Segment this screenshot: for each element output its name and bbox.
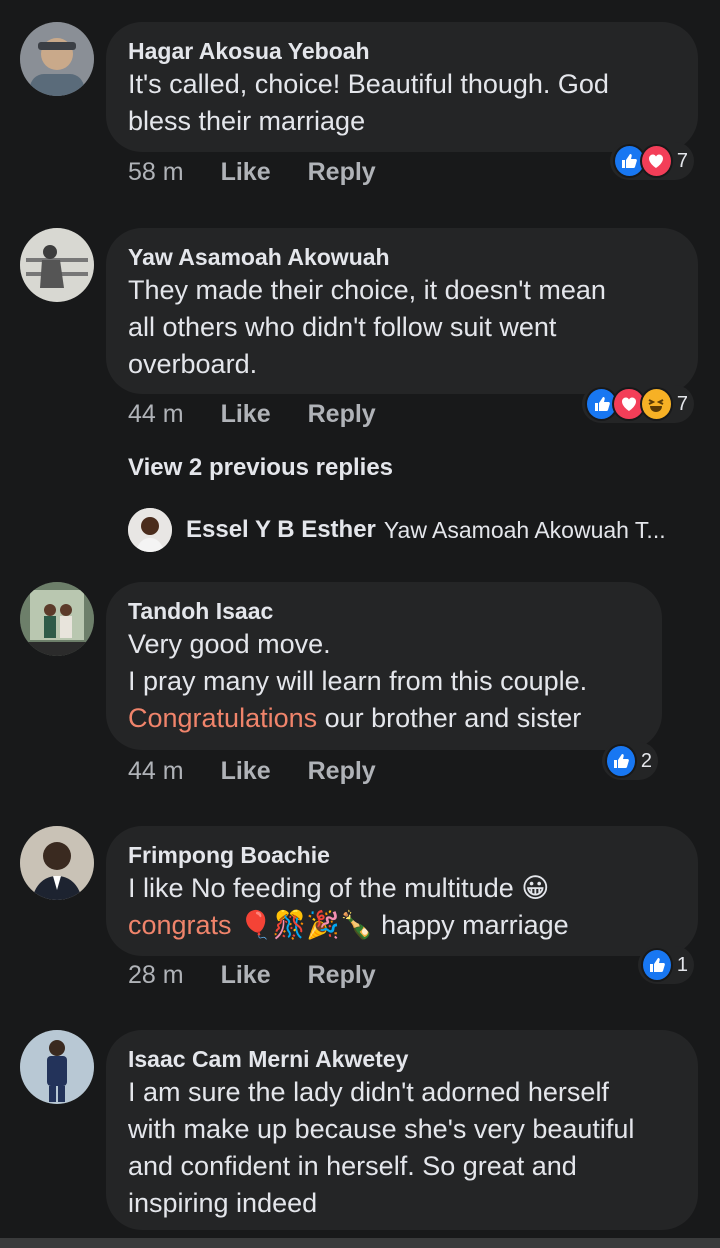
latest-reply-preview[interactable]: Essel Y B Esther Yaw Asamoah Akowuah T..… — [128, 508, 666, 552]
comment-actions: 44 m Like Reply — [128, 400, 413, 429]
like-button[interactable]: Like — [221, 158, 271, 187]
haha-icon — [639, 387, 673, 421]
reply-preview-text: Yaw Asamoah Akowuah T... — [383, 516, 666, 543]
comment-author[interactable]: Frimpong Boachie — [128, 840, 676, 870]
comment-text-line: They made their choice, it doesn't mean — [128, 275, 606, 305]
like-icon — [605, 744, 637, 778]
reaction-summary[interactable]: 2 — [602, 742, 658, 780]
comment-actions: 58 m Like Reply — [128, 158, 413, 187]
reaction-count: 7 — [676, 392, 689, 415]
reaction-summary[interactable]: 7 — [610, 142, 694, 180]
comment-text-line: congrats 🎈🎊🎉🍾 happy marriage — [128, 907, 676, 944]
comment-text-line: It's called, choice! Beautiful though. G… — [128, 69, 609, 99]
like-button[interactable]: Like — [221, 400, 271, 429]
comment-text-line: Congratulations our brother and sister — [128, 700, 640, 737]
comment-text-fragment: our brother and sister — [317, 703, 582, 733]
like-button[interactable]: Like — [221, 961, 271, 990]
comment-text-line: I pray many will learn from this couple. — [128, 666, 588, 696]
comment-author[interactable]: Yaw Asamoah Akowuah — [128, 242, 676, 272]
reply-button[interactable]: Reply — [308, 757, 376, 786]
reaction-count: 1 — [676, 953, 688, 976]
avatar[interactable] — [20, 228, 94, 302]
comment-text-line: Very good move. — [128, 629, 331, 659]
timestamp: 44 m — [128, 757, 184, 785]
avatar[interactable] — [20, 826, 94, 900]
comment-bubble: Frimpong Boachie I like No feeding of th… — [106, 826, 698, 956]
comment-text-line: overboard. — [128, 349, 258, 379]
comment-bubble: Yaw Asamoah Akowuah They made their choi… — [106, 228, 698, 394]
reply-button[interactable]: Reply — [308, 961, 376, 990]
comment-bubble: Hagar Akosua Yeboah It's called, choice!… — [106, 22, 698, 152]
highlighted-text[interactable]: Congratulations — [128, 703, 317, 733]
like-icon — [641, 948, 673, 982]
comment-actions: 28 m Like Reply — [128, 961, 413, 990]
emoji-group: 🎈🎊🎉🍾 — [239, 910, 374, 940]
comment-text-line: and confident in herself. So great and — [128, 1151, 577, 1181]
reaction-count: 2 — [640, 749, 652, 772]
love-icon — [639, 144, 673, 178]
avatar[interactable] — [128, 508, 172, 552]
timestamp: 58 m — [128, 158, 184, 186]
avatar[interactable] — [20, 22, 94, 96]
comment-text-fragment: happy marriage — [373, 910, 569, 940]
comment-text-line: I am sure the lady didn't adorned hersel… — [128, 1077, 609, 1107]
comment-bubble: Isaac Cam Merni Akwetey I am sure the la… — [106, 1030, 698, 1230]
avatar[interactable] — [20, 582, 94, 656]
reaction-count: 7 — [676, 149, 688, 172]
comment-author[interactable]: Tandoh Isaac — [128, 596, 640, 626]
comment-author[interactable]: Hagar Akosua Yeboah — [128, 36, 676, 66]
comment-text-line: all others who didn't follow suit went — [128, 312, 557, 342]
like-button[interactable]: Like — [221, 757, 271, 786]
reply-author[interactable]: Essel Y B Esther — [186, 516, 376, 544]
reaction-summary[interactable]: 7 — [582, 385, 694, 423]
comment-text-line: inspiring indeed — [128, 1188, 318, 1218]
reply-button[interactable]: Reply — [308, 400, 376, 429]
comment-text-line: I like No feeding of the multitude 😀 — [128, 873, 550, 903]
reaction-summary[interactable]: 1 — [638, 946, 694, 984]
highlighted-text[interactable]: congrats — [128, 910, 232, 940]
comment-author[interactable]: Isaac Cam Merni Akwetey — [128, 1044, 676, 1074]
view-previous-replies-link[interactable]: View 2 previous replies — [128, 454, 393, 482]
comment-text-line: with make up because she's very beautifu… — [128, 1114, 635, 1144]
comment-text-line: bless their marriage — [128, 106, 366, 136]
comment-actions: 44 m Like Reply — [128, 757, 413, 786]
timestamp: 28 m — [128, 961, 184, 989]
reply-button[interactable]: Reply — [308, 158, 376, 187]
avatar[interactable] — [20, 1030, 94, 1104]
timestamp: 44 m — [128, 400, 184, 428]
comment-bubble: Tandoh Isaac Very good move. I pray many… — [106, 582, 662, 750]
bottom-edge — [0, 1238, 720, 1248]
